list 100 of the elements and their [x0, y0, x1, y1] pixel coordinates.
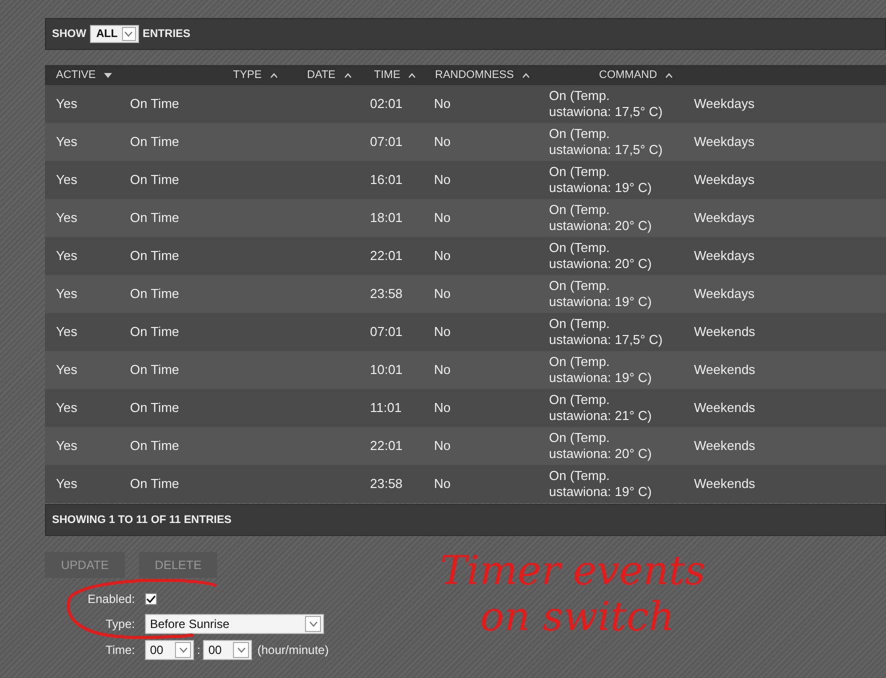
table-cell-text: Yes: [56, 95, 78, 114]
table-cell-text: Weekdays: [694, 209, 756, 228]
column-header[interactable]: RANDOMNESS: [435, 66, 599, 84]
table-cell-text: 22:01: [370, 247, 404, 266]
table-cell-text: Weekdays: [694, 247, 756, 266]
table-cell-text: On Time: [130, 247, 180, 266]
table-cell-text: No: [434, 361, 452, 380]
time-hint: (hour/minute): [257, 642, 329, 659]
hour-select[interactable]: 00: [145, 640, 194, 660]
column-header[interactable]: TYPE: [222, 66, 307, 84]
table-row[interactable]: Yes On Time 18:01 No On (Temp. ustawiona: 20° C) Weekdays: [45, 199, 886, 237]
column-header[interactable]: COMMAND: [599, 66, 699, 84]
dropdown-caret-icon: [308, 621, 318, 627]
table-cell-text: On Time: [130, 323, 180, 342]
table-cell-text: Weekends: [694, 437, 756, 456]
table-row[interactable]: Yes On Time 10:01 No On (Temp. ustawiona: 19° C) Weekends: [45, 351, 886, 389]
table-cell-text: On (Temp. ustawiona: 20° C): [549, 430, 653, 462]
entries-select[interactable]: ALL: [90, 25, 139, 43]
table-cell-text: On (Temp. ustawiona: 19° C): [549, 468, 653, 500]
table-cell-text: On Time: [130, 171, 180, 190]
table-cell-text: No: [434, 171, 452, 190]
table-cell-text: 23:58: [370, 475, 404, 494]
table-info: SHOWING 1 TO 11 OF 11 ENTRIES: [52, 512, 232, 528]
table-cell-text: No: [434, 133, 452, 152]
table-row[interactable]: Yes On Time 22:01 No On (Temp. ustawiona: 20° C) Weekends: [45, 427, 886, 465]
table-cell-text: On Time: [130, 475, 180, 494]
show-label: SHOW: [52, 26, 86, 42]
table-cell-text: On Time: [130, 437, 180, 456]
dropdown-caret-icon: [236, 647, 246, 653]
table-cell-text: No: [434, 399, 452, 418]
table-cell-text: Yes: [56, 133, 78, 152]
table-cell-text: On (Temp. ustawiona: 17,5° C): [549, 316, 664, 348]
table-cell-text: Weekdays: [694, 133, 756, 152]
table-cell-text: No: [434, 285, 452, 304]
handwritten-note: Timer events: [440, 548, 706, 594]
table-row[interactable]: Yes On Time 23:58 No On (Temp. ustawiona: 19° C) Weekdays: [45, 275, 886, 313]
table-cell-text: Yes: [56, 247, 78, 266]
table-cell-text: 11:01: [370, 399, 403, 418]
table-cell-text: On Time: [130, 95, 180, 114]
table-cell-text: No: [434, 323, 452, 342]
table-cell-text: No: [434, 209, 452, 228]
table-cell-text: On Time: [130, 133, 180, 152]
table-cell-text: 10:01: [370, 361, 404, 380]
table-cell-text: Weekends: [694, 361, 756, 380]
table-row[interactable]: Yes On Time 07:01 No On (Temp. ustawiona: 17,5° C) Weekdays: [45, 123, 886, 161]
table-cell-text: Yes: [56, 399, 78, 418]
table-cell-text: 23:58: [370, 285, 404, 304]
table-cell-text: Weekdays: [694, 171, 756, 190]
table-cell-text: Yes: [56, 437, 78, 456]
column-header[interactable]: DATE: [307, 66, 374, 84]
table-cell-text: 16:01: [370, 171, 404, 190]
table-cell-text: On (Temp. ustawiona: 17,5° C): [549, 88, 664, 120]
type-select[interactable]: Before Sunrise: [145, 614, 324, 634]
table-cell-text: Yes: [56, 285, 78, 304]
time-separator: :: [197, 642, 200, 659]
table-cell-text: On (Temp. ustawiona: 19° C): [549, 164, 653, 196]
type-label: Type:: [104, 616, 136, 633]
table-cell-text: Weekends: [694, 475, 756, 494]
table-cell-text: On (Temp. ustawiona: 20° C): [549, 240, 653, 272]
time-label: Time:: [104, 642, 136, 659]
table-cell-text: On Time: [130, 399, 180, 418]
table-cell-text: On Time: [130, 361, 180, 380]
table-cell-text: No: [434, 437, 452, 456]
table-cell-text: Yes: [56, 361, 78, 380]
table-cell-text: No: [434, 95, 452, 114]
table-cell-text: Weekends: [694, 399, 756, 418]
table-cell-text: On Time: [130, 209, 180, 228]
column-header[interactable]: ACTIVE: [56, 66, 222, 84]
table-cell-text: Yes: [56, 323, 78, 342]
table-cell-text: On (Temp. ustawiona: 19° C): [549, 354, 653, 386]
handwritten-note: on switch: [479, 594, 676, 640]
table-cell-text: 07:01: [370, 133, 404, 152]
minute-select[interactable]: 00: [203, 640, 252, 660]
table-cell-text: 02:01: [370, 95, 404, 114]
table-cell-text: On (Temp. ustawiona: 20° C): [549, 202, 653, 234]
column-header[interactable]: TIME: [374, 66, 435, 84]
table-cell-text: Weekdays: [694, 285, 756, 304]
table-cell-text: On Time: [130, 285, 180, 304]
table-row[interactable]: Yes On Time 22:01 No On (Temp. ustawiona: 20° C) Weekdays: [45, 237, 886, 275]
table-cell-text: On (Temp. ustawiona: 19° C): [549, 278, 653, 310]
table-cell-text: 18:01: [370, 209, 404, 228]
table-row[interactable]: Yes On Time 11:01 No On (Temp. ustawiona: 21° C) Weekends: [45, 389, 886, 427]
table-cell-text: No: [434, 247, 452, 266]
table-cell-text: No: [434, 475, 452, 494]
table-cell-text: Yes: [56, 475, 78, 494]
table-cell-text: 07:01: [370, 323, 404, 342]
table-cell-text: Yes: [56, 171, 78, 190]
table-row[interactable]: Yes On Time 16:01 No On (Temp. ustawiona: 19° C) Weekdays: [45, 161, 886, 199]
table-cell-text: Weekends: [694, 323, 756, 342]
enabled-checkbox[interactable]: [145, 593, 157, 605]
enabled-label: Enabled:: [86, 591, 136, 608]
table-row[interactable]: Yes On Time 23:58 No On (Temp. ustawiona: 19° C) Weekends: [45, 465, 886, 503]
table-row[interactable]: Yes On Time 02:01 No On (Temp. ustawiona: 17,5° C) Weekdays: [45, 85, 886, 123]
table-cell-text: On (Temp. ustawiona: 21° C): [549, 392, 653, 424]
dropdown-caret-icon: [178, 647, 188, 653]
dropdown-caret-icon: [124, 31, 134, 37]
entries-label: ENTRIES: [142, 26, 190, 42]
checkmark-icon: [146, 595, 156, 603]
table-cell-text: 22:01: [370, 437, 404, 456]
table-row[interactable]: Yes On Time 07:01 No On (Temp. ustawiona: 17,5° C) Weekends: [45, 313, 886, 351]
